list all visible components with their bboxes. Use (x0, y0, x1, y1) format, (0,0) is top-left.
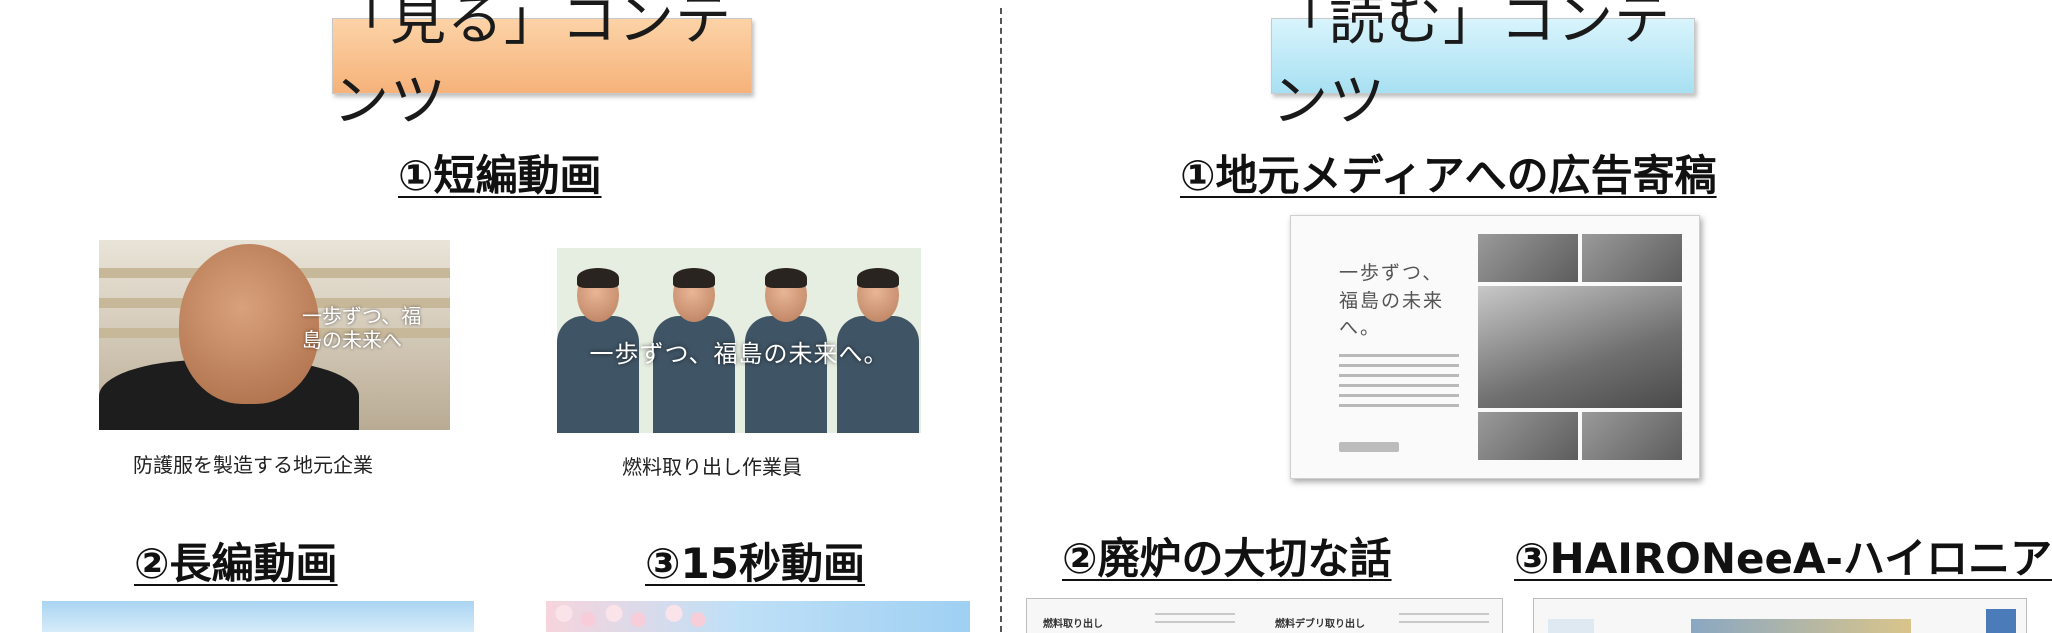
video-overlay-text: 一歩ずつ、福島の未来へ (302, 304, 422, 352)
section-divider (1000, 8, 1002, 632)
video-overlay-text: 一歩ずつ、福島の未来へ。 (589, 340, 889, 368)
newspaper-ad-preview[interactable]: 一歩ずつ、福島の未来へ。 (1290, 215, 1700, 479)
company-logo (1339, 442, 1399, 452)
spot-video-thumbnail[interactable] (546, 601, 970, 632)
worker-face (179, 244, 319, 404)
long-video-thumbnail[interactable] (42, 601, 474, 632)
read-contents-banner: 「読む」コンテンツ (1271, 0, 1695, 134)
doc-title-1: 燃料取り出し (1043, 619, 1103, 630)
short-video-caption-2: 燃料取り出し作業員 (622, 455, 802, 479)
spot-video-heading: ③15秒動画 (645, 539, 866, 588)
short-video-caption-1: 防護服を製造する地元企業 (133, 453, 373, 477)
ad-body-text (1339, 354, 1459, 414)
media-ad-heading: ①地元メディアへの広告寄稿 (1180, 151, 1717, 200)
short-video-heading: ①短編動画 (398, 151, 602, 200)
ad-headline: 一歩ずつ、福島の未来へ。 (1339, 262, 1445, 340)
doc-title-2: 燃料デブリ取り出し (1275, 619, 1365, 630)
short-video-thumbnail-factory[interactable]: 一歩ずつ、福島の未来へ (99, 240, 450, 430)
long-video-heading: ②長編動画 (134, 539, 338, 588)
hairoonea-page-preview[interactable] (1533, 598, 2027, 633)
decommissioning-heading: ②廃炉の大切な話 (1062, 534, 1392, 583)
ad-photo-collage (1478, 234, 1682, 460)
watch-contents-banner: 「見る」コンテンツ (332, 0, 752, 134)
decommissioning-document-preview[interactable]: 燃料取り出し 燃料デブリ取り出し (1026, 598, 1503, 633)
short-video-thumbnail-workers[interactable]: 一歩ずつ、福島の未来へ。 (557, 248, 921, 433)
hairoonea-heading: ③HAIRONeeA-ハイロニア- (1514, 534, 2052, 583)
